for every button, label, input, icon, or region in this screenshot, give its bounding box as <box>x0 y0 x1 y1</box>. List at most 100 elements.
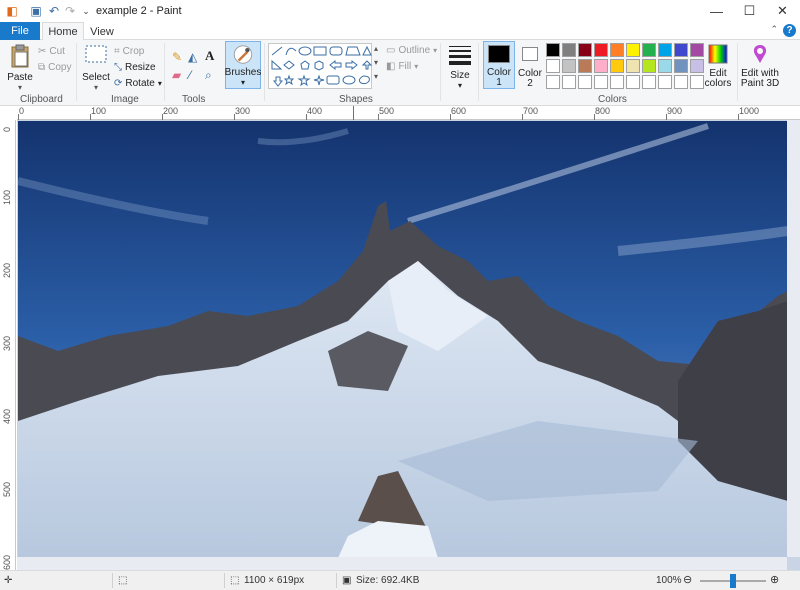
zoom-slider-thumb[interactable] <box>730 574 736 588</box>
ruler-v-label: 300 <box>2 335 12 351</box>
vertical-ruler: 0 100 200 300 400 500 600 <box>0 120 16 570</box>
palette-swatch[interactable] <box>594 59 608 73</box>
palette-swatch[interactable] <box>642 59 656 73</box>
ruler-h-label: 1000 <box>739 106 760 116</box>
tab-home[interactable]: Home <box>42 22 84 41</box>
palette-swatch[interactable] <box>546 59 560 73</box>
outline-dropdown-icon: ▾ <box>433 46 438 55</box>
tab-file[interactable]: File <box>0 22 40 40</box>
close-button[interactable]: ✕ <box>766 0 799 22</box>
canvas-area[interactable] <box>17 120 800 570</box>
color1-button[interactable]: Color 1 <box>483 41 515 89</box>
resize-button[interactable]: ⤡ Resize <box>114 62 156 73</box>
palette-swatch[interactable] <box>690 59 704 73</box>
brushes-dropdown-icon[interactable]: ▾ <box>241 78 245 88</box>
image-dimensions: 1100 × 619px <box>244 575 305 586</box>
palette-swatch[interactable] <box>658 59 672 73</box>
cut-button[interactable]: ✂ Cut <box>38 46 65 57</box>
fill-bucket-icon[interactable]: ◭ <box>188 50 197 64</box>
shapes-scroll-down-icon[interactable]: ▾ <box>374 58 378 67</box>
eraser-icon[interactable]: ▰ <box>172 68 181 82</box>
palette-swatch[interactable] <box>562 75 576 89</box>
collapse-ribbon-icon[interactable]: ⌃ <box>770 24 778 35</box>
paste-icon <box>11 44 29 68</box>
palette-swatch[interactable] <box>578 59 592 73</box>
tab-view[interactable]: View <box>86 22 118 41</box>
outline-button[interactable]: ▭ Outline ▾ <box>386 45 437 56</box>
size-button[interactable]: Size ▾ <box>446 44 474 91</box>
palette-swatch[interactable] <box>674 59 688 73</box>
palette-swatch[interactable] <box>626 59 640 73</box>
paste-button[interactable]: Paste ▾ <box>6 43 34 93</box>
rotate-dropdown-icon[interactable]: ▾ <box>158 79 162 88</box>
rotate-button[interactable]: ⟳ Rotate ▾ <box>114 78 162 89</box>
palette-swatch[interactable] <box>594 75 608 89</box>
palette-swatch[interactable] <box>674 75 688 89</box>
scissors-icon: ✂ <box>38 46 47 57</box>
shapes-expand-icon[interactable]: ▾ <box>374 72 378 81</box>
palette-swatch[interactable] <box>658 75 672 89</box>
palette-swatch[interactable] <box>658 43 672 57</box>
color2-number: 2 <box>527 78 533 89</box>
edit-colors-button[interactable]: Edit colors <box>703 43 733 89</box>
vertical-scrollbar[interactable] <box>787 120 800 557</box>
palette-swatch[interactable] <box>610 59 624 73</box>
canvas-image[interactable] <box>18 121 788 558</box>
image-dimensions-icon: ⬚ <box>230 575 240 586</box>
select-dropdown-icon[interactable]: ▾ <box>94 83 98 93</box>
palette-swatch[interactable] <box>562 59 576 73</box>
text-tool-icon[interactable]: A <box>205 48 214 64</box>
ruler-h-label: 600 <box>451 106 467 116</box>
ruler-h-label: 400 <box>307 106 323 116</box>
palette-swatch[interactable] <box>610 43 624 57</box>
select-button[interactable]: Select ▾ <box>82 43 110 93</box>
color2-button[interactable]: Color 2 <box>516 41 544 89</box>
shapes-scroll-up-icon[interactable]: ▴ <box>374 44 378 53</box>
pencil-icon[interactable]: ✎ <box>172 50 182 64</box>
zoom-out-icon[interactable]: ⊖ <box>683 573 692 586</box>
zoom-in-icon[interactable]: ⊕ <box>770 573 779 586</box>
palette-swatch[interactable] <box>562 43 576 57</box>
palette-swatch[interactable] <box>690 75 704 89</box>
palette-swatch[interactable] <box>594 43 608 57</box>
horizontal-scrollbar[interactable] <box>17 557 787 570</box>
palette-swatch[interactable] <box>674 43 688 57</box>
palette-swatch[interactable] <box>546 43 560 57</box>
paste-dropdown-icon[interactable]: ▾ <box>18 83 22 93</box>
palette-swatch[interactable] <box>626 43 640 57</box>
save-icon[interactable]: ▣ <box>28 3 44 19</box>
crop-button[interactable]: ⌗ Crop <box>114 46 144 57</box>
ribbon-tabs: File Home View ⌃ ? <box>0 22 800 41</box>
shapes-gallery[interactable] <box>268 43 373 89</box>
palette-swatch[interactable] <box>578 75 592 89</box>
palette-swatch[interactable] <box>642 43 656 57</box>
edit-with-paint3d-button[interactable]: Edit with Paint 3D <box>740 43 780 89</box>
brushes-button[interactable]: Brushes ▾ <box>225 41 261 89</box>
redo-icon[interactable]: ↷ <box>62 3 78 19</box>
shapes-gallery-icons <box>271 45 373 87</box>
fill-dropdown-icon: ▾ <box>414 62 419 71</box>
magnifier-icon[interactable]: ⌕ <box>205 68 212 83</box>
palette-swatch[interactable] <box>578 43 592 57</box>
copy-button[interactable]: ⧉ Copy <box>38 62 72 73</box>
minimize-button[interactable]: — <box>700 0 733 22</box>
palette-swatch[interactable] <box>642 75 656 89</box>
horizontal-ruler: 0 100 200 300 400 500 600 700 800 900 1000 <box>17 106 800 120</box>
palette-swatch[interactable] <box>546 75 560 89</box>
paste-label: Paste <box>7 72 33 83</box>
ruler-v-label: 500 <box>2 481 12 497</box>
palette-swatch[interactable] <box>610 75 624 89</box>
size-dropdown-icon[interactable]: ▾ <box>458 81 462 91</box>
disk-size-icon: ▣ <box>342 575 352 586</box>
image-group-label: Image <box>111 94 139 105</box>
ruler-v-label: 0 <box>2 126 12 132</box>
customize-toolbar-icon[interactable]: ⌄ <box>78 3 94 19</box>
color-picker-icon[interactable]: ⁄ <box>189 68 191 82</box>
undo-icon[interactable]: ↶ <box>46 3 62 19</box>
help-icon[interactable]: ? <box>783 24 796 37</box>
palette-swatch[interactable] <box>690 43 704 57</box>
palette-swatch[interactable] <box>626 75 640 89</box>
maximize-button[interactable]: ☐ <box>733 0 766 22</box>
crop-label: Crop <box>122 46 145 57</box>
fill-button[interactable]: ◧ Fill ▾ <box>386 61 418 72</box>
